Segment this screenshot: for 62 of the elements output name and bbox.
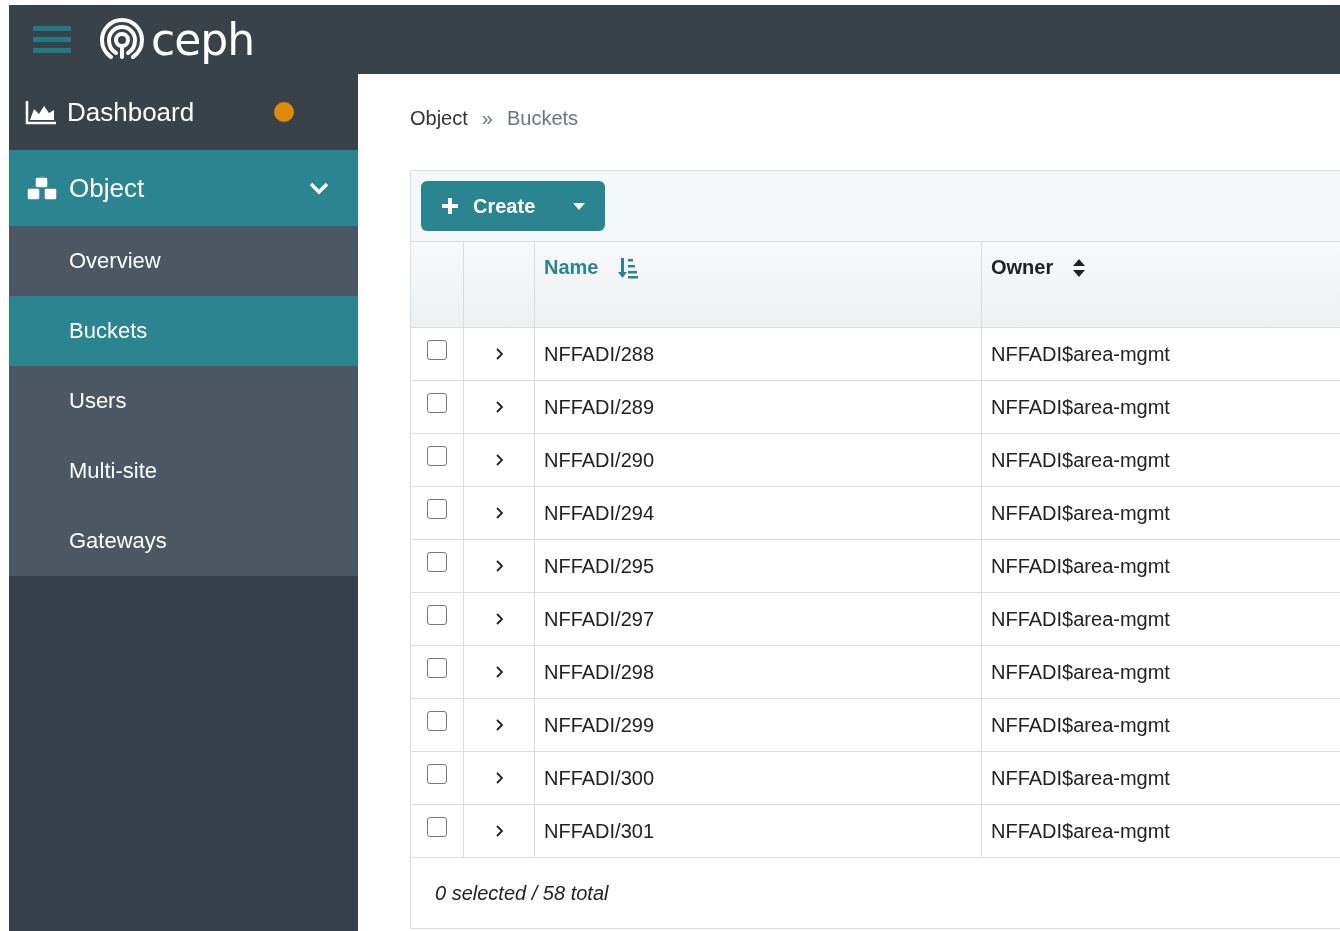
- expand-chevron-icon[interactable]: [494, 347, 504, 361]
- row-checkbox[interactable]: [427, 658, 447, 678]
- submenu-item[interactable]: Overview: [9, 226, 358, 296]
- table-cell: NFFADI$area-mgmt: [982, 434, 1340, 487]
- table-cell: NFFADI/289: [535, 381, 982, 434]
- table-cell: NFFADI$area-mgmt: [982, 593, 1340, 646]
- expand-chevron-icon[interactable]: [494, 718, 504, 732]
- expand-chevron-icon[interactable]: [494, 506, 504, 520]
- table-cell: NFFADI/288: [535, 328, 982, 381]
- nav-item[interactable]: Object: [9, 150, 358, 226]
- table-cell: NFFADI$area-mgmt: [982, 381, 1340, 434]
- row-checkbox[interactable]: [427, 446, 447, 466]
- table-cell: NFFADI/297: [535, 593, 982, 646]
- submenu-item[interactable]: Users: [9, 366, 358, 436]
- nav-label: Dashboard: [67, 96, 196, 128]
- plus-icon: [441, 197, 459, 215]
- expand-chevron-icon[interactable]: [494, 824, 504, 838]
- table-cell: NFFADI$area-mgmt: [982, 540, 1340, 593]
- column-header[interactable]: Name: [544, 256, 639, 279]
- row-checkbox[interactable]: [427, 499, 447, 519]
- breadcrumb-item[interactable]: Object: [410, 106, 468, 130]
- caret-icon[interactable]: [573, 202, 585, 210]
- submenu-item[interactable]: Multi-site: [9, 436, 358, 506]
- create-button[interactable]: Create: [421, 181, 605, 231]
- row-checkbox[interactable]: [427, 817, 447, 837]
- nav-label: Object: [69, 172, 146, 204]
- table-cell: NFFADI/294: [535, 487, 982, 540]
- submenu-item[interactable]: Gateways: [9, 506, 358, 576]
- table-cell: NFFADI/298: [535, 646, 982, 699]
- submenu-item[interactable]: Buckets: [9, 296, 358, 366]
- table-cell: NFFADI/295: [535, 540, 982, 593]
- brand-name: ceph: [151, 14, 255, 65]
- expand-chevron-icon[interactable]: [494, 400, 504, 414]
- table-cell: NFFADI$area-mgmt: [982, 328, 1340, 381]
- row-checkbox[interactable]: [427, 605, 447, 625]
- column-header[interactable]: Owner: [991, 256, 1086, 279]
- row-checkbox[interactable]: [427, 764, 447, 784]
- sort-ascending-icon: [618, 256, 639, 279]
- table-cell: NFFADI$area-mgmt: [982, 699, 1340, 752]
- selection-summary: 0 selected / 58 total: [435, 881, 609, 905]
- breadcrumb-separator: »: [481, 106, 493, 130]
- row-checkbox[interactable]: [427, 552, 447, 572]
- breadcrumb-item: Buckets: [506, 106, 579, 130]
- expand-chevron-icon[interactable]: [494, 612, 504, 626]
- table-cell: NFFADI/300: [535, 752, 982, 805]
- row-checkbox[interactable]: [427, 340, 447, 360]
- expand-chevron-icon[interactable]: [494, 771, 504, 785]
- expand-chevron-icon[interactable]: [494, 453, 504, 467]
- table-cell: NFFADI$area-mgmt: [982, 805, 1340, 858]
- area-chart-icon: [25, 99, 57, 125]
- table-cell: NFFADI$area-mgmt: [982, 646, 1340, 699]
- table-cell: NFFADI/301: [535, 805, 982, 858]
- row-checkbox[interactable]: [427, 711, 447, 731]
- expand-chevron-icon[interactable]: [494, 665, 504, 679]
- cubes-icon: [25, 173, 59, 203]
- expand-chevron-icon[interactable]: [494, 559, 504, 573]
- table-cell: NFFADI$area-mgmt: [982, 752, 1340, 805]
- table-cell: NFFADI/290: [535, 434, 982, 487]
- table-cell: NFFADI/299: [535, 699, 982, 752]
- sort-icon: [1073, 258, 1086, 277]
- table-cell: NFFADI$area-mgmt: [982, 487, 1340, 540]
- row-checkbox[interactable]: [427, 393, 447, 413]
